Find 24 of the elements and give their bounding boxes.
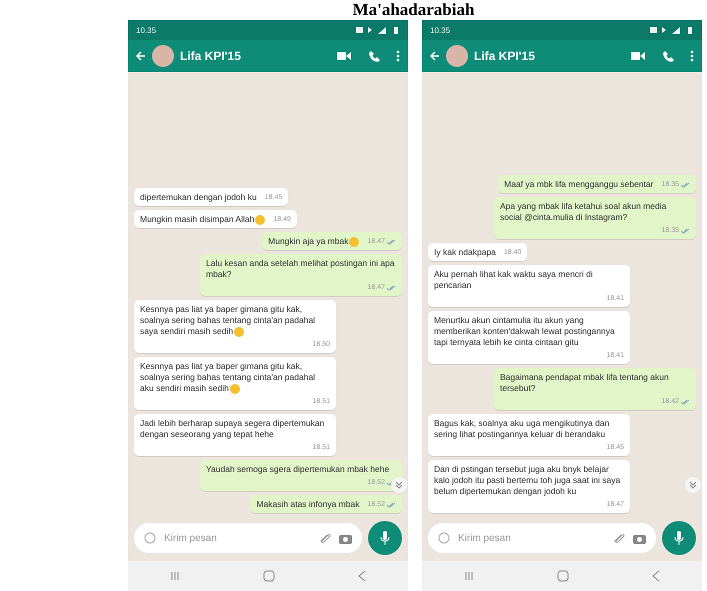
message-text: Jadi lebih berharap supaya segera dipertemukan dengan seseorang yang tepat hehe [140,418,324,439]
message-text: Yaudah semoga sgera dipertemukan mbak hehe [206,464,390,474]
message-text: Bagaimana pendapat mbak lifa tentang akun tersebut? [500,372,669,393]
message-text: Apa yang mbak lifa ketahui soal akun media social @cinta.mulia di Instagram? [500,201,666,222]
message-text: Menurtku akun cintamulia itu akun yang memberikan konten'dakwah lewat postingannya tapi ternyata lebih ke cinta cintaan gitu [434,315,615,347]
message-text: Aku pernah lihat kak waktu saya mencri di pencarian [434,269,593,290]
status-time: 10.35 [136,26,156,34]
placeholder: Kirim pesan [164,532,218,544]
status-time: 10.35 [430,26,450,34]
message-text: Kesnnya pas liat ya baper gimana gitu kak, soalnya sering bahas tentang cinta'an padahal aku sendiri masih sedih [140,361,316,393]
message-text: Makasih atas infonya mbak [256,499,360,509]
message-text: dipertemukan dengan jodoh ku [140,192,257,202]
message-text: Kesnnya pas liat ya baper gimana gitu kak, soalnya sering bahas tentang cinta'an padahal saya sendiri masih sedih [140,304,316,336]
message-text: Maaf ya mbk lifa mengganggu sebentar [504,179,654,189]
placeholder: Kirim pesan [458,532,512,544]
message-text: Lalu kesan anda setelah melihat postingan ini apa mbak? [206,258,395,279]
message-text: Dan di pstingan tersebut juga aku bnyk belajar kalo jodoh itu pasti bertemu toh juga saat ini saya belum dipertemukan dengan jodoh ku [434,464,620,496]
message-input[interactable]: Kirim pesan [134,523,362,553]
page-heading: Ma'ahadarabiah [352,0,474,19]
message-text: Mungkin aja ya mbak [268,236,348,246]
message-text: Mungkin masih disimpan Allah [140,214,254,224]
message-input[interactable]: Kirim pesan [428,523,656,553]
message-text: Iy kak ndakpapa [434,247,496,257]
message-text: Bagus kak, soalnya aku uga mengikutinya dan sering lihat postingannya keluar di berandaku [434,418,610,439]
